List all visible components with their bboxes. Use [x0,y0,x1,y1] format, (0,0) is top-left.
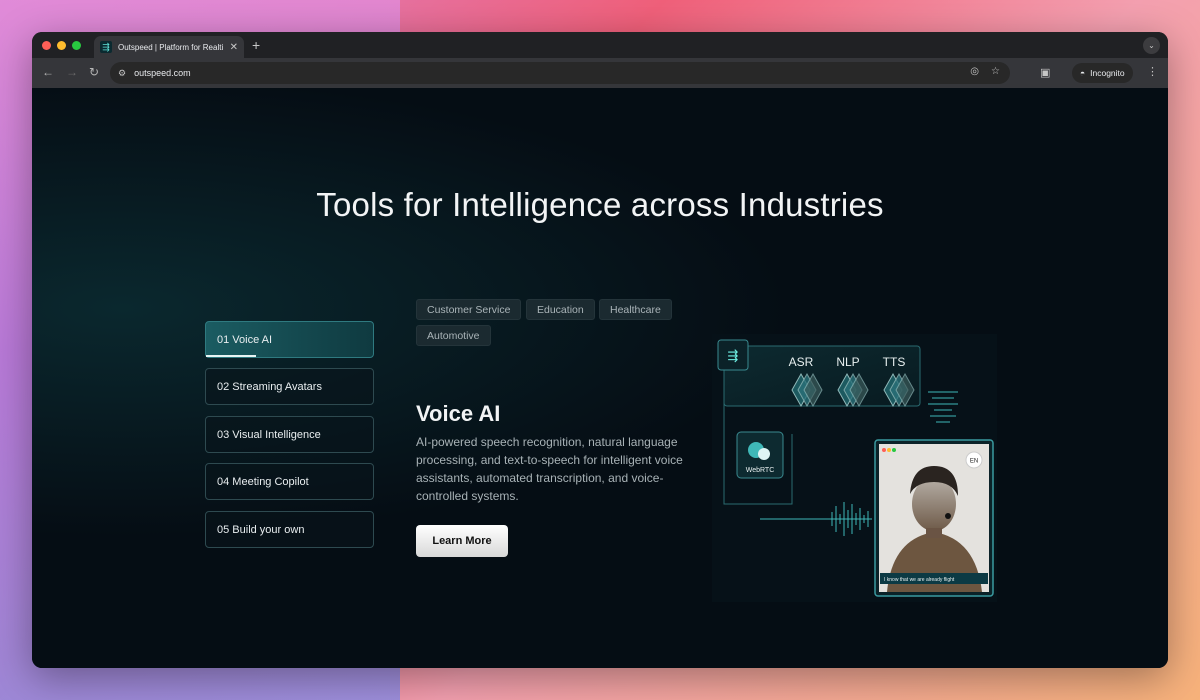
menu-item-meeting-copilot[interactable]: 04 Meeting Copilot [205,463,374,500]
address-bar-actions: ◎ ☆ [970,66,1000,77]
tab-search-chevron-icon[interactable]: ⌄ [1143,37,1160,54]
active-tab[interactable]: ⇶ Outspeed | Platform for Realti ✕ [94,36,244,58]
menu-item-visual-intelligence[interactable]: 03 Visual Intelligence [205,416,374,453]
browser-window: ⇶ Outspeed | Platform for Realti ✕ + ⌄ ←… [32,32,1168,668]
reload-icon[interactable]: ↻ [89,65,99,79]
address-bar[interactable]: ⚙ outspeed.com ◎ ☆ [110,62,1010,84]
eye-off-icon[interactable]: ◎ [970,66,979,77]
forward-arrow-icon[interactable]: → [66,65,78,79]
active-progress-bar [206,355,256,357]
stage-tts-label: TTS [883,355,906,369]
industry-tag: Education [526,299,595,320]
browser-menu-icon[interactable]: ⋮ [1147,65,1158,78]
browser-toolbar: ← → ↻ ⚙ outspeed.com ◎ ☆ ▣ ◓ Incognito ⋮ [32,58,1168,88]
site-settings-icon[interactable]: ⚙ [118,68,126,79]
url-text[interactable]: outspeed.com [134,68,191,78]
webrtc-label: WebRTC [746,467,775,474]
menu-item-label: 04 Meeting Copilot [217,475,309,488]
language-badge-label: EN [970,459,978,465]
tab-title: Outspeed | Platform for Realti [118,42,224,52]
stage-asr-label: ASR [789,355,814,369]
panel-description: AI-powered speech recognition, natural l… [416,435,683,503]
back-arrow-icon[interactable]: ← [42,65,54,79]
menu-item-streaming-avatars[interactable]: 02 Streaming Avatars [205,368,374,405]
page-content: Tools for Intelligence across Industries… [32,88,1168,668]
industry-tag: Automotive [416,325,491,346]
maximize-window-button[interactable] [72,41,81,50]
incognito-icon: ◓ [1080,68,1086,78]
menu-item-label: 03 Visual Intelligence [217,428,321,441]
window-controls [42,41,81,50]
panel-title: Voice AI [416,401,501,426]
caption-text: I know that we are already flight [884,577,955,583]
bookmark-star-icon[interactable]: ☆ [991,66,1000,77]
menu-item-voice-ai[interactable]: 01 Voice AI [205,321,374,358]
incognito-badge[interactable]: ◓ Incognito [1072,63,1133,83]
menu-item-build-your-own[interactable]: 05 Build your own [205,511,374,548]
incognito-label: Incognito [1090,68,1125,78]
voice-ai-illustration: ⇶ ASR NLP TTS WebRTC EN I know that we a… [712,334,997,602]
page-headline: Tools for Intelligence across Industries [316,186,884,223]
menu-item-label: 01 Voice AI [217,333,273,346]
outspeed-logo-icon: ⇶ [728,349,739,364]
tab-close-icon[interactable]: ✕ [230,42,238,53]
outspeed-favicon-icon: ⇶ [100,41,112,53]
stage-nlp-label: NLP [836,355,859,369]
menu-item-label: 02 Streaming Avatars [217,380,322,393]
close-window-button[interactable] [42,41,51,50]
extensions-puzzle-icon[interactable]: ▣ [1040,66,1050,79]
stage-diamonds [791,372,915,408]
industry-tag: Healthcare [599,299,672,320]
minimize-window-button[interactable] [57,41,66,50]
tab-strip: ⇶ Outspeed | Platform for Realti ✕ + ⌄ [32,32,1168,58]
new-tab-button[interactable]: + [252,37,260,53]
learn-more-button[interactable]: Learn More [416,525,508,557]
menu-item-label: 05 Build your own [217,523,305,536]
industry-tag: Customer Service [416,299,522,320]
